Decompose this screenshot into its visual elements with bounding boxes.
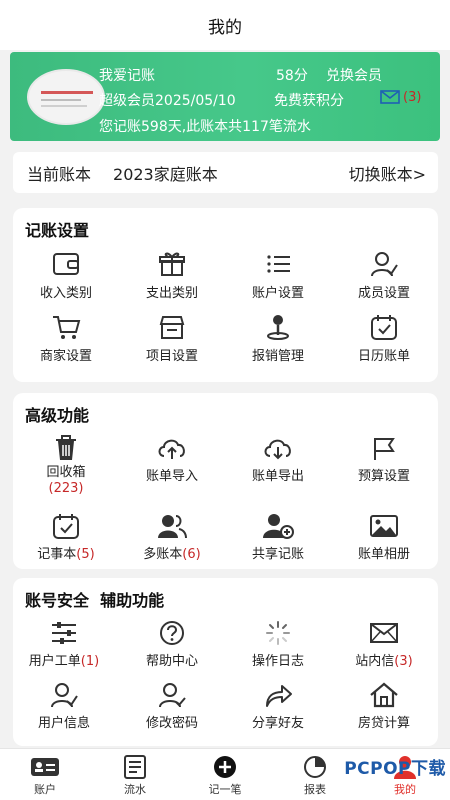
help-icon	[160, 621, 184, 645]
tab-add-record[interactable]: 记一笔	[180, 755, 270, 797]
pie-chart-icon	[304, 756, 326, 778]
share-friends-button[interactable]: 分享好友	[225, 682, 331, 731]
bookkeeping-settings-card: 记账设置 收入类别 支出类别 账户设置 成员设置 商家设置 项目设置 报销管理 …	[13, 208, 438, 382]
account-settings-button[interactable]: 账户设置	[225, 250, 331, 301]
advanced-features-card: 高级功能 回收箱 (223) 账单导入 账单导出 预算设置 记事本(5) 多账本…	[13, 393, 438, 569]
add-user-icon	[263, 514, 294, 539]
notebook-button[interactable]: 记事本(5)	[13, 513, 119, 562]
user-check-icon	[371, 252, 398, 277]
list-icon	[267, 255, 290, 273]
merchant-settings-button[interactable]: 商家设置	[13, 313, 119, 364]
watermark-logo: PCPOP下载	[344, 759, 446, 779]
user-ticket-button[interactable]: 用户工单(1)	[11, 620, 117, 669]
change-password-button[interactable]: 修改密码	[119, 682, 225, 731]
share-icon	[266, 685, 292, 707]
section-title: 高级功能	[25, 406, 90, 425]
project-settings-button[interactable]: 项目设置	[119, 313, 225, 364]
current-book-name: 2023家庭账本	[113, 164, 218, 184]
inbox-count: (3)	[394, 654, 413, 669]
notes-count: (5)	[76, 547, 95, 562]
image-icon	[370, 515, 398, 537]
bill-export-button[interactable]: 账单导出	[225, 435, 331, 484]
pin-icon	[267, 315, 289, 340]
users-icon	[158, 515, 187, 539]
plus-circle-icon	[214, 756, 236, 778]
budget-settings-button[interactable]: 预算设置	[331, 435, 437, 484]
member-header-card[interactable]: 我爱记账 58分 兑换会员 超级会员2025/05/10 免费获积分 (3) 您…	[10, 52, 440, 141]
sliders-icon	[52, 622, 76, 644]
mail-icon	[370, 623, 398, 643]
user-info-button[interactable]: 用户信息	[11, 682, 117, 731]
security-support-card: 账号安全 辅助功能 用户工单(1) 帮助中心 操作日志 站内信(3) 用户信息 …	[13, 578, 438, 746]
inbox-button[interactable]: 站内信(3)	[331, 620, 437, 669]
cloud-upload-icon	[158, 439, 185, 459]
shared-bookkeeping-button[interactable]: 共享记账	[225, 513, 331, 562]
user-check-icon	[51, 683, 78, 708]
multi-book-button[interactable]: 多账本(6)	[119, 513, 225, 562]
bill-import-button[interactable]: 账单导入	[119, 435, 225, 484]
usage-summary: 您记账598天,此账本共117笔流水	[99, 119, 311, 135]
id-card-icon	[31, 758, 59, 776]
section-title: 账号安全 辅助功能	[25, 591, 165, 610]
wallet-icon	[53, 253, 79, 275]
cart-icon	[53, 316, 81, 339]
flag-icon	[374, 438, 395, 460]
user-edit-icon	[159, 683, 186, 708]
loading-icon	[266, 621, 290, 645]
switch-book-button[interactable]: 切换账本>	[349, 161, 426, 185]
avatar[interactable]	[27, 69, 105, 125]
trash-icon	[56, 435, 76, 460]
current-book-bar[interactable]: 当前账本 2023家庭账本 切换账本>	[13, 152, 438, 193]
help-center-button[interactable]: 帮助中心	[119, 620, 225, 669]
redeem-membership-link[interactable]: 兑换会员	[326, 65, 382, 85]
tab-accounts[interactable]: 账户	[0, 755, 90, 797]
membership-expiry: 超级会员2025/05/10	[99, 93, 236, 109]
bill-album-button[interactable]: 账单相册	[331, 513, 437, 562]
member-settings-button[interactable]: 成员设置	[331, 250, 437, 301]
points-value: 58分	[276, 68, 308, 84]
mail-icon[interactable]	[380, 90, 400, 104]
document-icon	[124, 755, 146, 779]
reimbursement-button[interactable]: 报销管理	[225, 313, 331, 364]
ticket-count: (1)	[80, 654, 100, 669]
gift-icon	[159, 252, 185, 276]
calendar-check-icon	[53, 514, 79, 539]
tab-transactions[interactable]: 流水	[90, 755, 180, 797]
free-points-link[interactable]: 免费获积分	[274, 90, 344, 110]
calendar-bill-button[interactable]: 日历账单	[331, 313, 437, 364]
shop-icon	[159, 316, 185, 339]
income-category-button[interactable]: 收入类别	[13, 250, 119, 301]
page-title: 我的	[0, 0, 450, 50]
mail-count: (3)	[403, 90, 422, 105]
calendar-check-icon	[371, 315, 397, 340]
multi-count: (6)	[182, 547, 201, 562]
cloud-download-icon	[264, 439, 291, 460]
home-icon	[370, 682, 398, 708]
mortgage-calculator-button[interactable]: 房贷计算	[331, 682, 437, 731]
operation-log-button[interactable]: 操作日志	[225, 620, 331, 669]
recycle-bin-button[interactable]: 回收箱 (223)	[13, 435, 119, 497]
recycle-count: (223)	[48, 481, 84, 496]
current-book-label: 当前账本	[27, 164, 92, 184]
section-title: 记账设置	[25, 221, 90, 240]
app-name: 我爱记账	[99, 68, 155, 84]
expense-category-button[interactable]: 支出类别	[119, 250, 225, 301]
